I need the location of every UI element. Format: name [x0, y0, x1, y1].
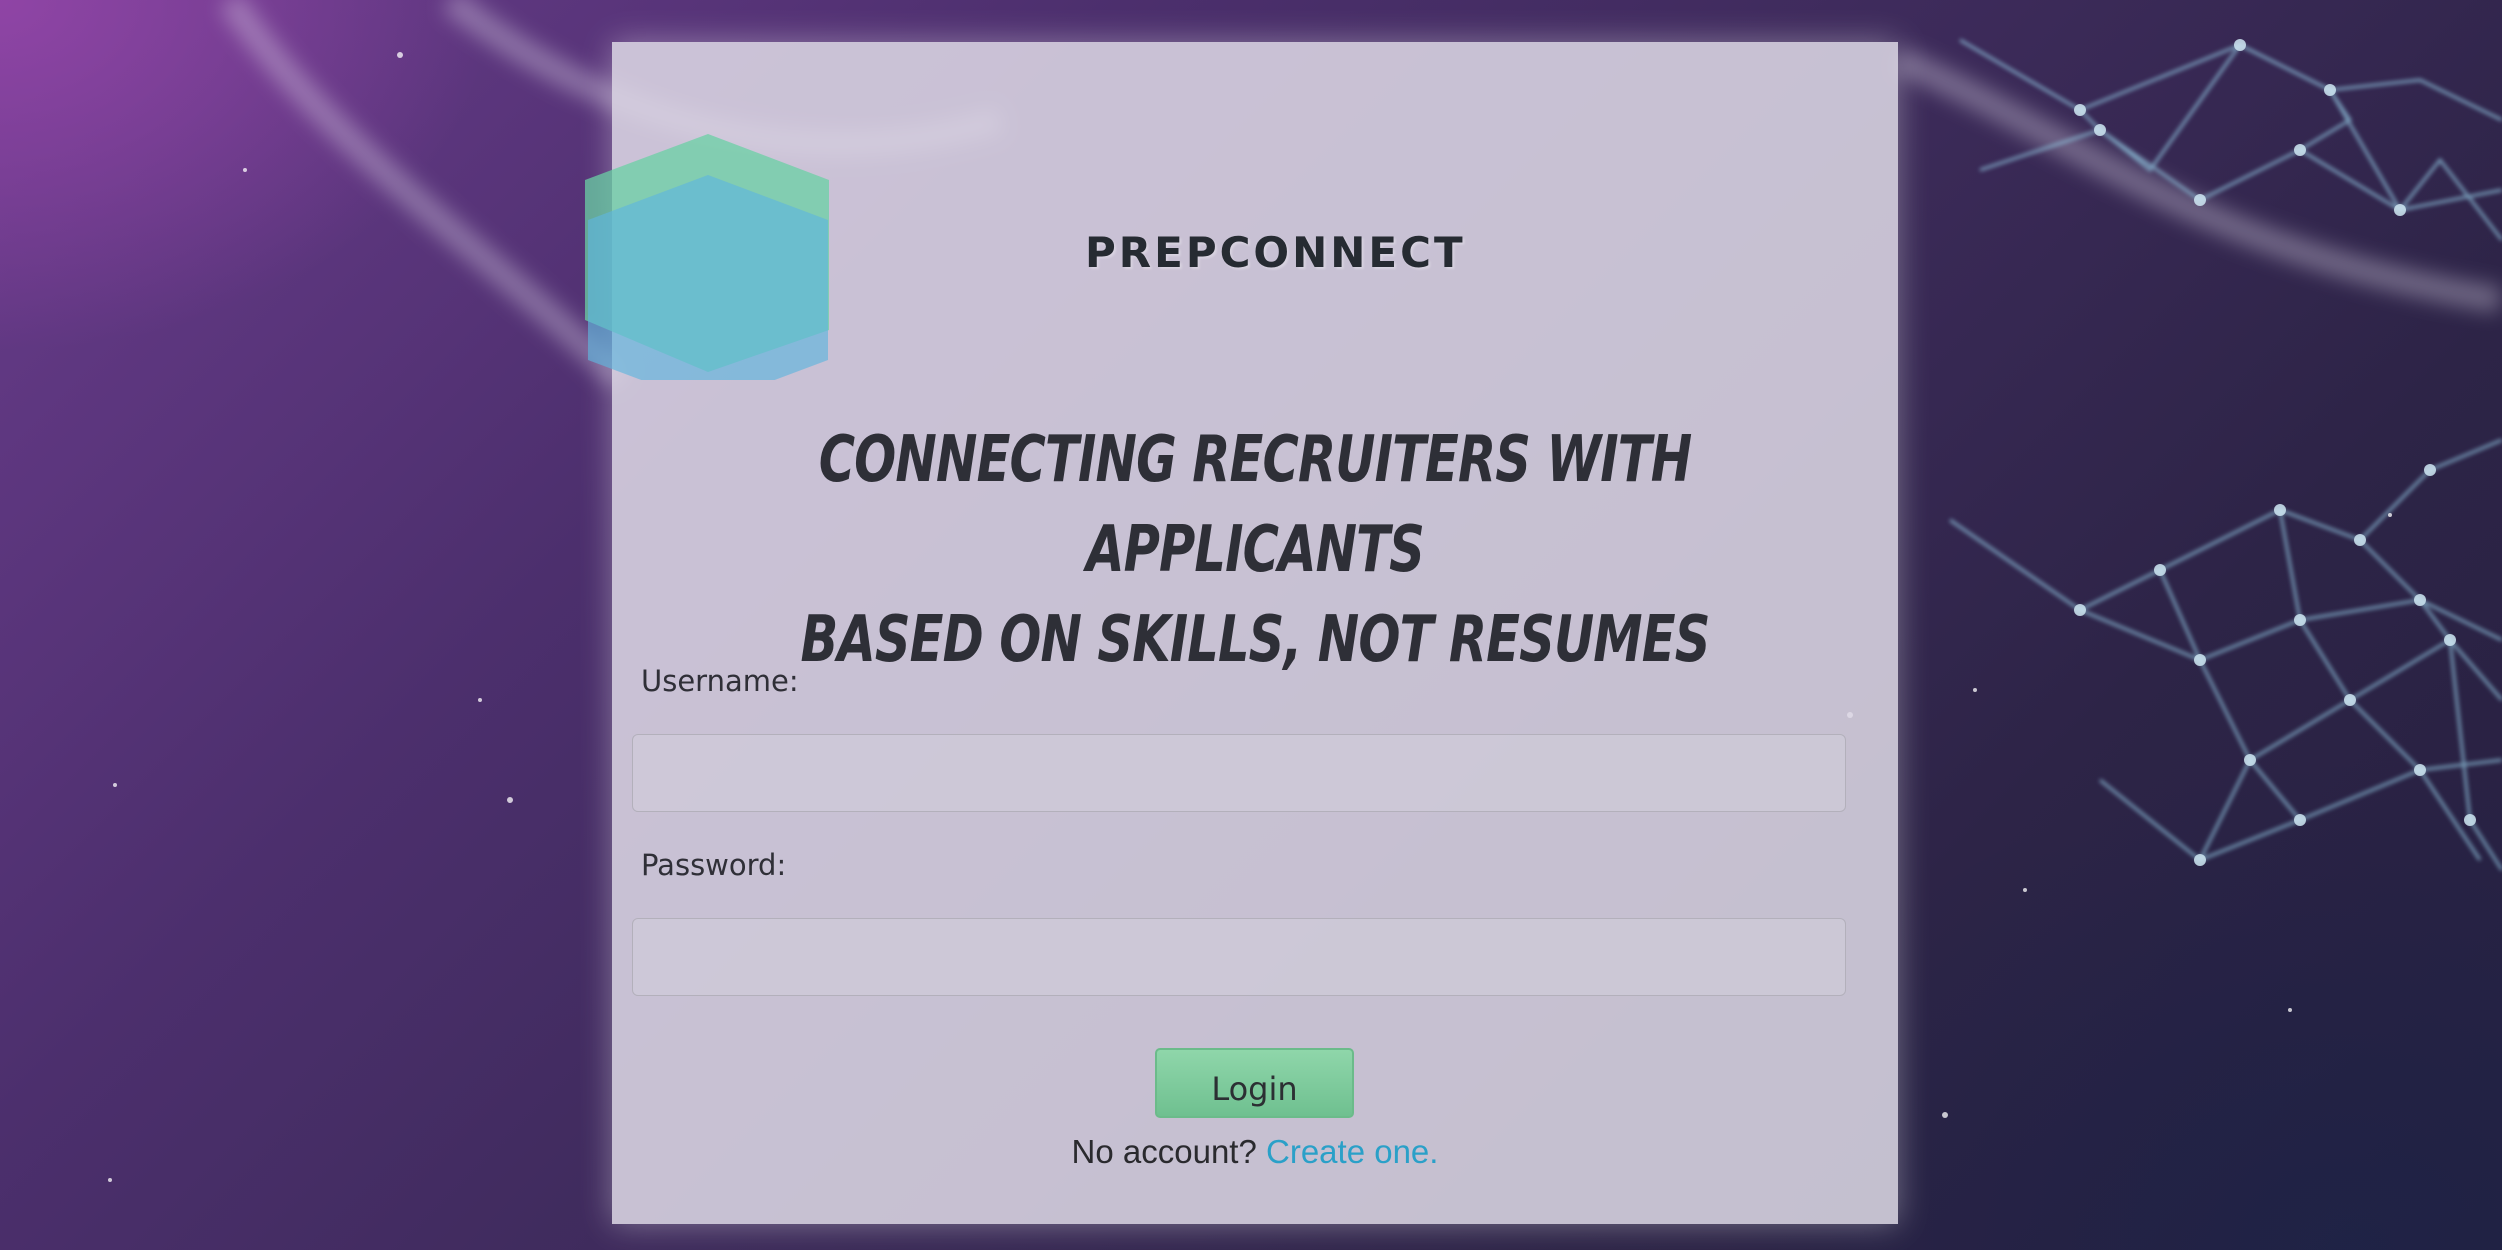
tagline: Connecting recruiters with applicants ba… — [702, 415, 1808, 685]
username-input[interactable] — [632, 734, 1846, 812]
password-label: Password: — [641, 848, 787, 882]
password-input[interactable] — [632, 918, 1846, 996]
prepconnect-logo — [585, 134, 829, 380]
tagline-line-1: Connecting recruiters with applicants — [818, 423, 1692, 587]
username-label: Username: — [641, 664, 799, 698]
create-account-link[interactable]: Create one. — [1266, 1133, 1438, 1170]
signup-prompt: No account? Create one. — [612, 1133, 1898, 1171]
brand-name: PREPCONNECT — [1085, 228, 1466, 277]
login-button[interactable]: Login — [1155, 1048, 1354, 1118]
no-account-text: No account? — [1071, 1133, 1257, 1170]
tagline-line-2: based on skills, not resumes — [800, 603, 1711, 677]
